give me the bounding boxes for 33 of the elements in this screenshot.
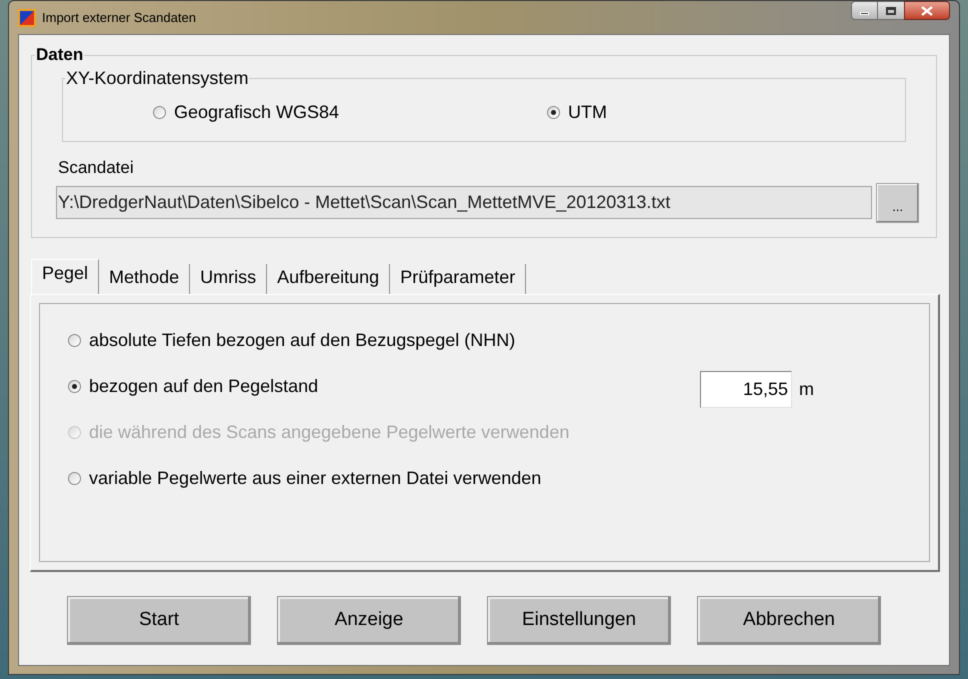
tab[interactable]: Prüfparameter bbox=[390, 264, 526, 294]
close-button[interactable] bbox=[904, 1, 950, 20]
dialog-button[interactable]: Anzeige bbox=[277, 596, 461, 644]
close-icon bbox=[921, 6, 933, 16]
dialog-button[interactable]: Einstellungen bbox=[487, 596, 671, 644]
radio-label: Geografisch WGS84 bbox=[174, 100, 340, 124]
radio-button[interactable] bbox=[68, 472, 81, 485]
tab[interactable]: Pegel bbox=[31, 258, 100, 294]
radio-button[interactable] bbox=[68, 334, 81, 347]
file-path-field[interactable]: Y:\DredgerNaut\Daten\Sibelco - Mettet\Scan\Scan_MettetMVE_20120313.txt bbox=[56, 186, 872, 219]
tab[interactable]: Aufbereitung bbox=[267, 264, 390, 294]
maximize-button[interactable] bbox=[878, 1, 904, 20]
tab[interactable]: Methode bbox=[99, 264, 190, 294]
tab[interactable]: Umriss bbox=[190, 264, 268, 294]
dialog-button[interactable]: Start bbox=[67, 596, 251, 644]
radio-button[interactable] bbox=[547, 106, 560, 118]
browse-button[interactable]: ... bbox=[876, 182, 919, 222]
radio-button[interactable] bbox=[68, 380, 81, 393]
dialog-button[interactable]: Abbrechen bbox=[697, 596, 881, 644]
level-input[interactable]: 15,55 bbox=[700, 371, 792, 408]
radio-label: variable Pegelwerte aus einer externen Datei verwenden bbox=[89, 467, 542, 490]
radio-label: UTM bbox=[568, 100, 607, 124]
field-label: Scandatei bbox=[58, 157, 135, 179]
maximize-icon bbox=[886, 6, 896, 14]
radio-button[interactable] bbox=[153, 106, 166, 118]
window-title: Import externer Scandaten bbox=[42, 8, 196, 27]
minimize-button[interactable] bbox=[851, 1, 878, 20]
radio-label: bezogen auf den Pegelstand bbox=[89, 375, 318, 398]
minimize-icon bbox=[860, 12, 869, 15]
radio-label: die während des Scans angegebene Pegelwerte verwenden bbox=[89, 421, 570, 444]
radio-label: absolute Tiefen bezogen auf den Bezugspegel (NHN) bbox=[89, 329, 516, 352]
app-icon bbox=[18, 8, 36, 26]
unit-label: m bbox=[799, 378, 814, 401]
